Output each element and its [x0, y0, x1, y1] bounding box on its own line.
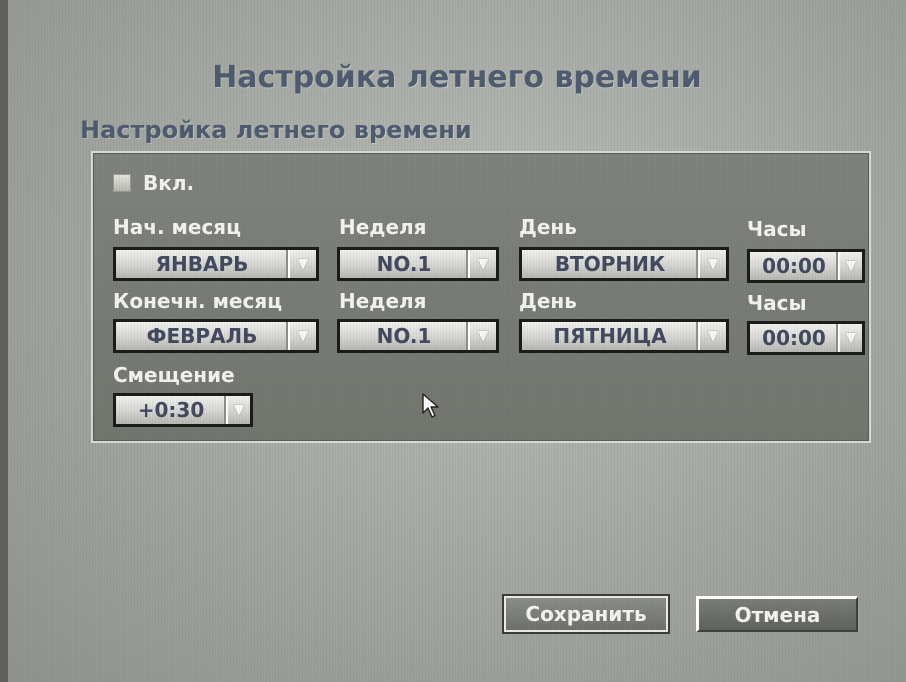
enable-checkbox[interactable] — [113, 174, 131, 192]
end-month-dropdown[interactable]: ФЕВРАЛЬ ▼ — [113, 319, 319, 353]
end-day-value: ПЯТНИЦА — [553, 324, 667, 348]
section-title: Настройка летнего времени — [80, 116, 472, 144]
chevron-down-icon: ▼ — [698, 322, 726, 350]
dst-panel: Вкл. Нач. месяц Неделя День Часы ЯНВАРЬ … — [91, 151, 871, 443]
start-month-value: ЯНВАРЬ — [155, 252, 249, 276]
end-day-label: День — [519, 289, 577, 313]
chevron-down-icon: ▼ — [288, 322, 316, 350]
end-week-label: Неделя — [339, 289, 427, 313]
end-week-value: NO.1 — [376, 324, 432, 348]
start-month-dropdown[interactable]: ЯНВАРЬ ▼ — [113, 247, 319, 281]
start-week-value: NO.1 — [376, 252, 432, 276]
dialog-title: Настройка летнего времени — [212, 60, 702, 95]
start-day-dropdown[interactable]: ВТОРНИК ▼ — [519, 247, 729, 281]
end-month-label: Конечн. месяц — [113, 289, 283, 313]
offset-dropdown[interactable]: +0:30 ▼ — [113, 393, 253, 427]
cancel-button[interactable]: Отмена — [696, 596, 858, 632]
chevron-down-icon: ▼ — [468, 250, 496, 278]
offset-value: +0:30 — [137, 398, 205, 422]
start-day-label: День — [519, 215, 577, 239]
end-day-dropdown[interactable]: ПЯТНИЦА ▼ — [519, 319, 729, 353]
save-button[interactable]: Сохранить — [504, 596, 668, 632]
chevron-down-icon: ▼ — [838, 324, 862, 352]
dst-settings-screen: Настройка летнего времени Настройка летн… — [8, 0, 906, 682]
start-month-label: Нач. месяц — [113, 215, 241, 239]
end-week-dropdown[interactable]: NO.1 ▼ — [337, 319, 499, 353]
start-week-dropdown[interactable]: NO.1 ▼ — [337, 247, 499, 281]
end-hour-label: Часы — [747, 291, 807, 315]
mouse-pointer-icon — [422, 393, 440, 423]
start-week-label: Неделя — [339, 215, 427, 239]
chevron-down-icon: ▼ — [838, 252, 862, 280]
start-hour-dropdown[interactable]: 00:00 ▼ — [747, 249, 865, 283]
end-hour-value: 00:00 — [762, 326, 826, 350]
offset-label: Смещение — [113, 363, 235, 387]
enable-label: Вкл. — [143, 171, 195, 195]
end-month-value: ФЕВРАЛЬ — [146, 324, 258, 348]
chevron-down-icon: ▼ — [226, 396, 250, 424]
chevron-down-icon: ▼ — [468, 322, 496, 350]
chevron-down-icon: ▼ — [288, 250, 316, 278]
start-day-value: ВТОРНИК — [554, 252, 666, 276]
start-hour-label: Часы — [747, 217, 807, 241]
end-hour-dropdown[interactable]: 00:00 ▼ — [747, 321, 865, 355]
enable-row: Вкл. — [113, 171, 194, 195]
start-hour-value: 00:00 — [762, 254, 826, 278]
chevron-down-icon: ▼ — [698, 250, 726, 278]
